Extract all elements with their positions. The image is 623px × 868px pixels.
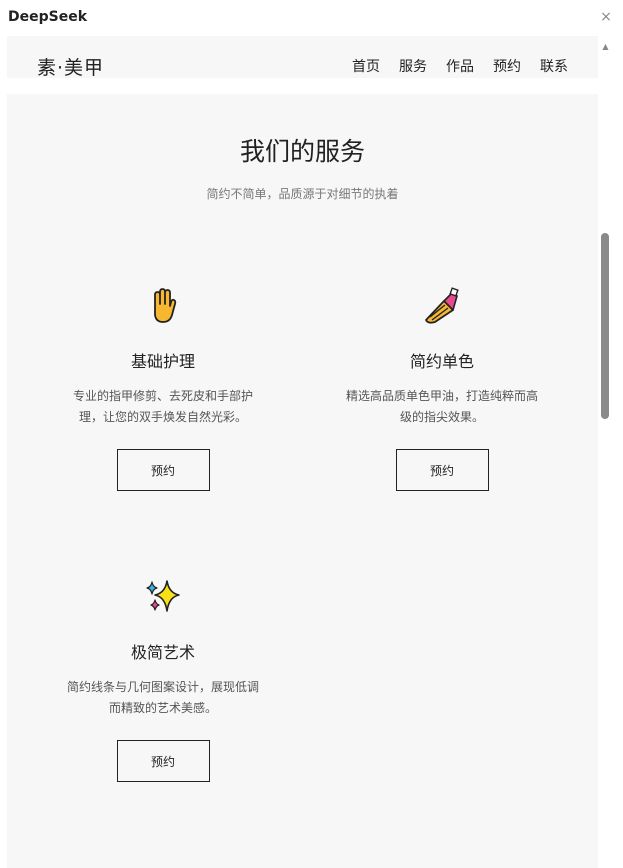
service-card-basic-care: 基础护理 专业的指甲修剪、去死皮和手部护理，让您的双手焕发自然光彩。 预约	[53, 286, 273, 491]
nav-link-booking[interactable]: 预约	[493, 56, 521, 76]
book-button-simple-color[interactable]: 预约	[395, 449, 489, 491]
nav-link-services[interactable]: 服务	[399, 56, 427, 76]
service-title: 极简艺术	[130, 643, 195, 662]
section-subtitle: 简约不简单，品质源于对细节的执着	[206, 187, 399, 201]
scrollbar[interactable]: ▲	[598, 36, 613, 868]
service-card-simple-color: 简约单色 精选高品质单色甲油，打造纯粹而高级的指尖效果。 预约	[332, 286, 552, 491]
header-divider	[7, 78, 598, 94]
nav-link-works[interactable]: 作品	[446, 56, 474, 76]
scrollbar-thumb[interactable]	[601, 233, 609, 419]
nav-link-home[interactable]: 首页	[352, 56, 380, 76]
window-title: DeepSeek	[8, 9, 88, 25]
nail-polish-icon	[425, 287, 459, 324]
web-viewport: 素·美甲 首页 服务 作品 预约 联系 我们的服务 简约不简单，品质源于对细节的…	[7, 36, 598, 868]
section-title: 我们的服务	[239, 137, 365, 166]
site-nav: 首页 服务 作品 预约 联系	[352, 56, 568, 76]
service-description: 专业的指甲修剪、去死皮和手部护理，让您的双手焕发自然光彩。	[72, 389, 253, 424]
raised-hand-icon	[154, 288, 177, 323]
service-title: 简约单色	[409, 352, 474, 371]
scroll-up-arrow-icon[interactable]: ▲	[598, 42, 613, 52]
service-title: 基础护理	[130, 352, 195, 371]
close-icon[interactable]: ×	[599, 10, 613, 24]
sparkles-icon	[146, 580, 180, 612]
book-button-basic-care[interactable]: 预约	[116, 449, 210, 491]
service-card-minimal-art: 极简艺术 简约线条与几何图案设计，展现低调而精致的艺术美感。 预约	[53, 577, 273, 782]
nav-link-contact[interactable]: 联系	[540, 56, 568, 76]
service-description: 精选高品质单色甲油，打造纯粹而高级的指尖效果。	[345, 389, 538, 424]
book-button-minimal-art[interactable]: 预约	[116, 740, 210, 782]
site-header: 素·美甲 首页 服务 作品 预约 联系	[7, 36, 598, 94]
window-title-bar: DeepSeek ×	[0, 0, 623, 36]
service-description: 简约线条与几何图案设计，展现低调而精致的艺术美感。	[66, 680, 259, 715]
site-logo[interactable]: 素·美甲	[37, 53, 104, 80]
